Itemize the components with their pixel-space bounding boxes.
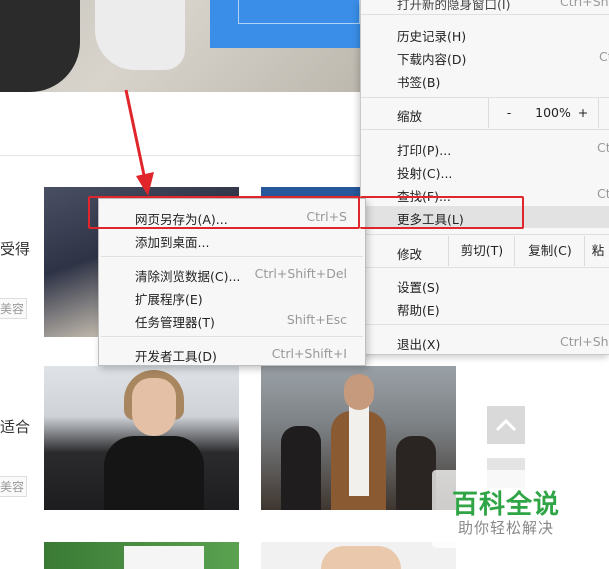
menu-shortcut: Ctrl+Shif xyxy=(560,334,609,349)
menu-item-cast[interactable]: 投射(C)... xyxy=(397,163,452,182)
menu-item-help[interactable]: 帮助(E) xyxy=(397,300,440,319)
menu-shortcut: Ctrl+Shift+I xyxy=(271,346,347,361)
category-tag[interactable]: 美容 xyxy=(0,476,28,497)
menu-shortcut: Ct xyxy=(597,140,609,155)
menu-item-exit[interactable]: 退出(X) xyxy=(397,334,440,353)
top-photo xyxy=(0,0,360,92)
article-snippet-text: 受得 xyxy=(0,240,31,258)
zoom-out-button[interactable]: - xyxy=(488,98,529,128)
menu-item-developer-tools[interactable]: 开发者工具(D) xyxy=(135,346,217,365)
browser-main-menu: 打开新的隐身窗口(I) Ctrl+Shi 历史记录(H) 下载内容(D) Ctr… xyxy=(360,0,609,355)
article-thumbnail[interactable] xyxy=(44,366,239,510)
article-thumbnail[interactable] xyxy=(44,542,239,569)
article-snippet-text: 适合 xyxy=(0,418,31,436)
menu-item-bookmarks[interactable]: 书签(B) xyxy=(397,72,440,91)
zoom-label: 缩放 xyxy=(397,109,423,124)
menu-item-print[interactable]: 打印(P)... xyxy=(397,140,451,159)
cut-button[interactable]: 剪切(T) xyxy=(448,236,515,266)
arrow-pointer-icon xyxy=(124,89,154,196)
article-thumbnail[interactable] xyxy=(261,366,456,510)
watermark-logo: 百科全说 xyxy=(452,490,561,520)
menu-item-settings[interactable]: 设置(S) xyxy=(397,277,440,296)
chevron-up-icon xyxy=(495,418,517,432)
edit-label: 修改 xyxy=(397,247,423,262)
article-thumbnail[interactable] xyxy=(261,542,456,569)
highlight-box xyxy=(360,196,524,229)
fullscreen-button[interactable] xyxy=(598,98,609,128)
menu-item-task-manager[interactable]: 任务管理器(T) xyxy=(135,312,215,331)
category-tag[interactable]: 美容 xyxy=(0,298,28,319)
watermark-slogan: 助你轻松解决 xyxy=(458,519,555,537)
menu-item-clear-browsing-data[interactable]: 清除浏览数据(C)... xyxy=(135,266,240,285)
back-to-top-button[interactable] xyxy=(487,406,525,444)
menu-item-downloads[interactable]: 下载内容(D) xyxy=(397,49,466,68)
menu-shortcut: Shift+Esc xyxy=(286,312,347,327)
menu-item-history[interactable]: 历史记录(H) xyxy=(397,26,466,45)
highlight-box xyxy=(88,196,360,229)
menu-shortcut: Ct xyxy=(597,186,609,201)
menu-shortcut: Ctrl+Shi xyxy=(560,0,609,9)
menu-item-incognito[interactable]: 打开新的隐身窗口(I) xyxy=(397,0,510,13)
menu-item-add-to-desktop[interactable]: 添加到桌面... xyxy=(135,232,209,251)
zoom-in-button[interactable]: + xyxy=(568,98,598,128)
menu-shortcut: Ctrl+Shift+Del xyxy=(254,266,347,281)
menu-item-extensions[interactable]: 扩展程序(E) xyxy=(135,289,203,308)
copy-button[interactable]: 复制(C) xyxy=(514,236,585,266)
menu-shortcut: Ctrl xyxy=(599,49,609,64)
divider xyxy=(0,155,360,156)
paste-button[interactable]: 粘 xyxy=(584,236,609,266)
